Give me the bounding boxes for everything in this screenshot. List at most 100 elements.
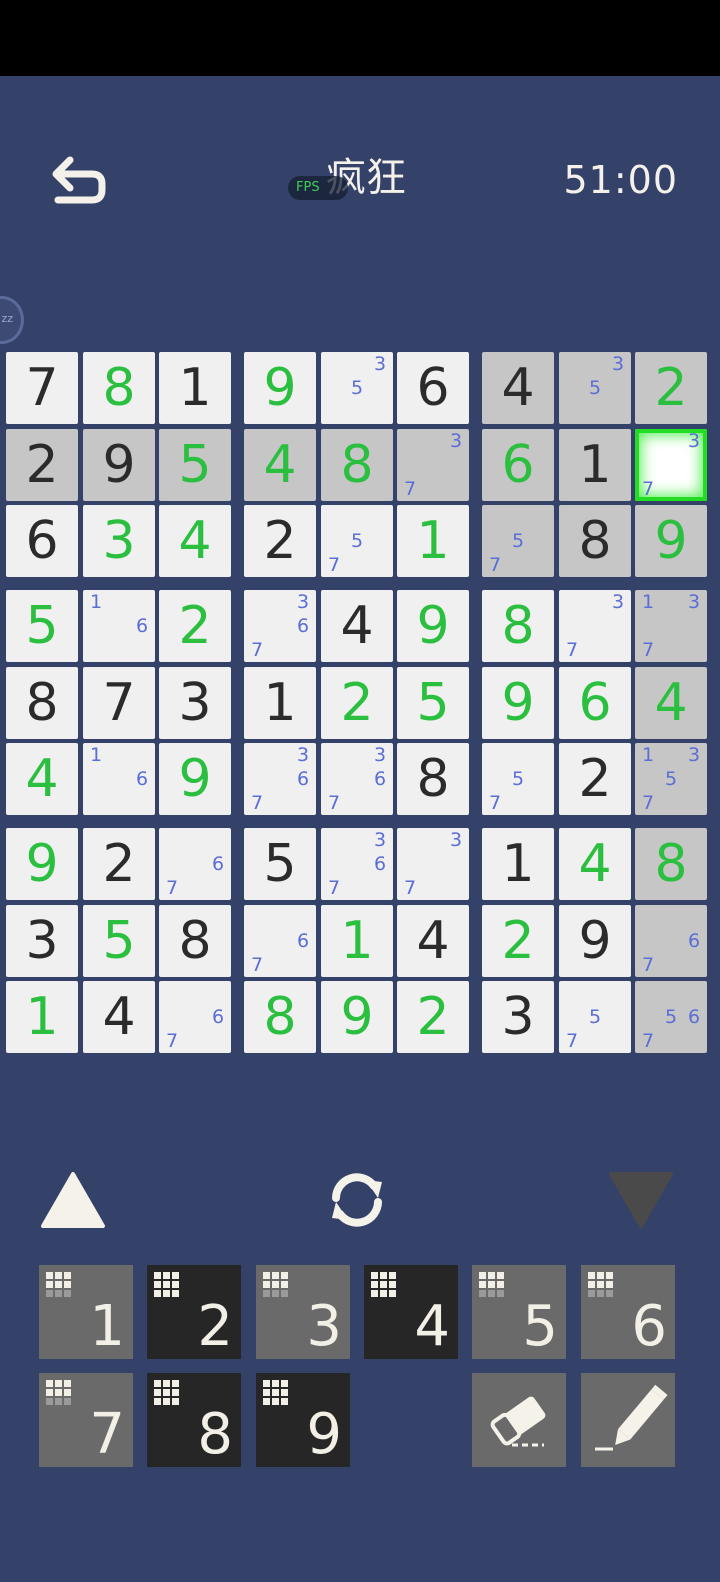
cell-r4-c4[interactable]: 36 7	[244, 590, 316, 662]
cell-value: 9	[178, 749, 212, 809]
cell-r3-c3[interactable]: 4	[159, 505, 231, 577]
cell-r2-c2[interactable]: 9	[83, 429, 155, 501]
cell-r3-c5[interactable]: 57	[321, 505, 393, 577]
number-key-5[interactable]: 5	[472, 1265, 566, 1359]
cell-r1-c8[interactable]: 53	[559, 352, 631, 424]
cell-r1-c4[interactable]: 9	[244, 352, 316, 424]
arrow-down-button[interactable]	[608, 1170, 674, 1230]
number-key-6[interactable]: 6	[581, 1265, 675, 1359]
cell-r2-c4[interactable]: 4	[244, 429, 316, 501]
number-key-2[interactable]: 2	[147, 1265, 241, 1359]
cell-r9-c2[interactable]: 4	[83, 981, 155, 1053]
cell-r3-c8[interactable]: 8	[559, 505, 631, 577]
cell-r5-c1[interactable]: 8	[6, 667, 78, 739]
pencil-button[interactable]	[581, 1373, 675, 1467]
number-key-4[interactable]: 4	[364, 1265, 458, 1359]
cell-r1-c9[interactable]: 2	[635, 352, 707, 424]
cell-r7-c5[interactable]: 36 7	[321, 828, 393, 900]
cell-r4-c8[interactable]: 37	[559, 590, 631, 662]
cell-r2-c6[interactable]: 37	[397, 429, 469, 501]
cell-r5-c7[interactable]: 9	[482, 667, 554, 739]
cell-r6-c8[interactable]: 2	[559, 743, 631, 815]
cell-r3-c1[interactable]: 6	[6, 505, 78, 577]
cell-r1-c3[interactable]: 1	[159, 352, 231, 424]
cell-r3-c7[interactable]: 57	[482, 505, 554, 577]
cell-r3-c2[interactable]: 3	[83, 505, 155, 577]
cell-r7-c4[interactable]: 5	[244, 828, 316, 900]
cell-r6-c2[interactable]: 16	[83, 743, 155, 815]
cell-r3-c9[interactable]: 9	[635, 505, 707, 577]
cell-r6-c6[interactable]: 8	[397, 743, 469, 815]
cell-r7-c7[interactable]: 1	[482, 828, 554, 900]
cell-r7-c6[interactable]: 37	[397, 828, 469, 900]
mini-grid-icon	[154, 1380, 179, 1405]
number-key-8[interactable]: 8	[147, 1373, 241, 1467]
cell-r7-c9[interactable]: 8	[635, 828, 707, 900]
cell-r5-c9[interactable]: 4	[635, 667, 707, 739]
cell-r5-c6[interactable]: 5	[397, 667, 469, 739]
cell-r5-c2[interactable]: 7	[83, 667, 155, 739]
number-key-1[interactable]: 1	[39, 1265, 133, 1359]
cell-r4-c2[interactable]: 16	[83, 590, 155, 662]
cell-r8-c2[interactable]: 5	[83, 905, 155, 977]
cell-r9-c1[interactable]: 1	[6, 981, 78, 1053]
cell-r8-c3[interactable]: 8	[159, 905, 231, 977]
number-key-3[interactable]: 3	[256, 1265, 350, 1359]
cell-r4-c6[interactable]: 9	[397, 590, 469, 662]
cell-r7-c3[interactable]: 67	[159, 828, 231, 900]
cell-r1-c5[interactable]: 53	[321, 352, 393, 424]
cell-r6-c5[interactable]: 36 7	[321, 743, 393, 815]
cell-r3-c6[interactable]: 1	[397, 505, 469, 577]
cell-r8-c4[interactable]: 67	[244, 905, 316, 977]
cell-r8-c7[interactable]: 2	[482, 905, 554, 977]
cell-r9-c9[interactable]: 56 7	[635, 981, 707, 1053]
cell-r1-c1[interactable]: 7	[6, 352, 78, 424]
cell-r7-c1[interactable]: 9	[6, 828, 78, 900]
cell-r7-c2[interactable]: 2	[83, 828, 155, 900]
cell-r5-c4[interactable]: 1	[244, 667, 316, 739]
cell-r6-c7[interactable]: 57	[482, 743, 554, 815]
cell-r4-c1[interactable]: 5	[6, 590, 78, 662]
cell-r9-c6[interactable]: 2	[397, 981, 469, 1053]
cell-r7-c8[interactable]: 4	[559, 828, 631, 900]
cell-r5-c8[interactable]: 6	[559, 667, 631, 739]
cell-r4-c3[interactable]: 2	[159, 590, 231, 662]
cell-r2-c1[interactable]: 2	[6, 429, 78, 501]
cell-r8-c5[interactable]: 1	[321, 905, 393, 977]
cell-r1-c2[interactable]: 8	[83, 352, 155, 424]
cell-r9-c7[interactable]: 3	[482, 981, 554, 1053]
cell-r2-c7[interactable]: 6	[482, 429, 554, 501]
cell-r6-c4[interactable]: 36 7	[244, 743, 316, 815]
cell-r5-c3[interactable]: 3	[159, 667, 231, 739]
cell-r9-c3[interactable]: 67	[159, 981, 231, 1053]
cell-r6-c3[interactable]: 9	[159, 743, 231, 815]
cell-r4-c5[interactable]: 4	[321, 590, 393, 662]
back-button[interactable]	[44, 150, 114, 214]
cell-r6-c1[interactable]: 4	[6, 743, 78, 815]
cell-r5-c5[interactable]: 2	[321, 667, 393, 739]
cell-r9-c8[interactable]: 57	[559, 981, 631, 1053]
cell-r8-c9[interactable]: 67	[635, 905, 707, 977]
cell-r8-c1[interactable]: 3	[6, 905, 78, 977]
eraser-button[interactable]	[472, 1373, 566, 1467]
cell-r4-c7[interactable]: 8	[482, 590, 554, 662]
refresh-button[interactable]	[322, 1168, 392, 1232]
number-key-7[interactable]: 7	[39, 1373, 133, 1467]
cell-r1-c7[interactable]: 4	[482, 352, 554, 424]
cell-r8-c6[interactable]: 4	[397, 905, 469, 977]
cell-r8-c8[interactable]: 9	[559, 905, 631, 977]
pencil-note: 6	[373, 768, 387, 790]
cell-r2-c5[interactable]: 8	[321, 429, 393, 501]
sleep-bubble[interactable]: zz	[0, 296, 24, 344]
cell-r3-c4[interactable]: 2	[244, 505, 316, 577]
cell-r4-c9[interactable]: 1 3 7	[635, 590, 707, 662]
number-key-9[interactable]: 9	[256, 1373, 350, 1467]
cell-r1-c6[interactable]: 6	[397, 352, 469, 424]
arrow-up-button[interactable]	[40, 1170, 106, 1230]
cell-r9-c4[interactable]: 8	[244, 981, 316, 1053]
cell-r6-c9[interactable]: 1 357	[635, 743, 707, 815]
cell-r2-c3[interactable]: 5	[159, 429, 231, 501]
cell-r2-c8[interactable]: 1	[559, 429, 631, 501]
cell-r9-c5[interactable]: 9	[321, 981, 393, 1053]
cell-r2-c9[interactable]: 37	[635, 429, 707, 501]
